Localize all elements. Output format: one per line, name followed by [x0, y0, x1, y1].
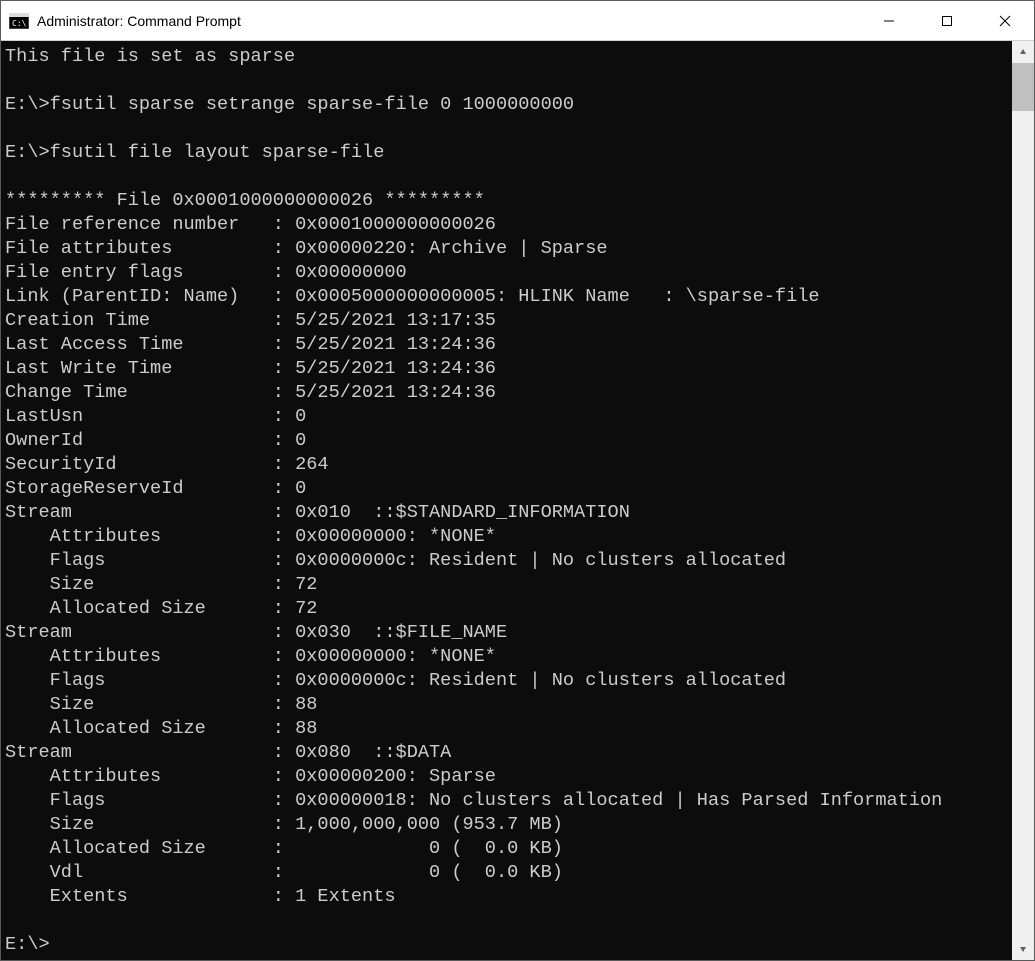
window-controls	[860, 1, 1034, 40]
cmd-window: C:\ Administrator: Command Prompt This f…	[0, 0, 1035, 961]
scroll-up-button[interactable]	[1012, 41, 1034, 63]
cmd-icon: C:\	[9, 13, 29, 29]
vertical-scrollbar[interactable]	[1012, 41, 1034, 960]
scroll-thumb[interactable]	[1012, 63, 1034, 111]
svg-text:C:\: C:\	[12, 19, 27, 28]
titlebar[interactable]: C:\ Administrator: Command Prompt	[1, 1, 1034, 41]
scroll-down-button[interactable]	[1012, 938, 1034, 960]
close-button[interactable]	[976, 1, 1034, 40]
minimize-button[interactable]	[860, 1, 918, 40]
client-area: This file is set as sparse E:\>fsutil sp…	[1, 41, 1034, 960]
terminal-output[interactable]: This file is set as sparse E:\>fsutil sp…	[1, 41, 1012, 960]
window-title: Administrator: Command Prompt	[37, 13, 860, 29]
maximize-button[interactable]	[918, 1, 976, 40]
